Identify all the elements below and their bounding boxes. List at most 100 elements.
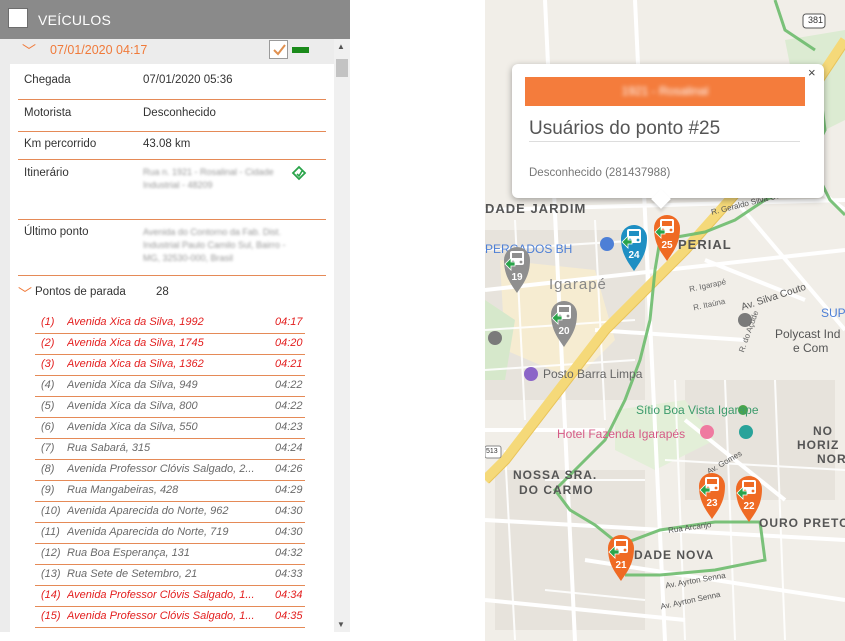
bus-pin-icon [504,247,530,293]
detail-chegada: Chegada 07/01/2020 05:36 [18,68,326,100]
app-root: VEÍCULOS ﹀ 07/01/2020 04:17 Chegada 07/0… [0,0,845,641]
stop-time: 04:34 [275,589,303,601]
stop-row[interactable]: (15) Avenida Professor Clóvis Salgado, 1.… [35,607,305,628]
detail-km: Km percorrido 43.08 km [18,132,326,160]
detail-value: 43.08 km [143,138,191,150]
chevron-down-icon[interactable]: ﹀ [22,41,36,61]
bus-pin-icon [608,535,634,581]
stop-row[interactable]: (12) Rua Boa Esperança, 131 04:32 [35,544,305,565]
detail-motorista: Motorista Desconhecido [18,100,326,132]
detail-label: Chegada [24,74,71,86]
detail-ultimo-ponto: Último ponto Avenida do Contorno da Fab.… [18,220,326,276]
stop-address: Avenida Xica da Silva, 1992 [67,316,204,328]
panel-header: VEÍCULOS [0,0,350,39]
detail-label: Motorista [24,107,72,119]
stop-row[interactable]: (7) Rua Sabará, 315 04:24 [35,439,305,460]
stop-time: 04:26 [275,463,303,475]
stop-time: 04:17 [275,316,303,328]
stop-row[interactable]: (3) Avenida Xica da Silva, 1362 04:21 [35,355,305,376]
scroll-down-icon[interactable]: ▼ [337,620,345,629]
bus-stop-pin[interactable]: 19 [503,244,531,294]
vehicle-color-swatch [292,47,309,53]
stop-row[interactable]: (14) Avenida Professor Clóvis Salgado, 1.… [35,586,305,607]
map-district-label: DADE NOVA [634,548,715,562]
chevron-down-icon[interactable]: ﹀ [18,284,32,304]
bus-stop-pin[interactable]: 22 [735,473,763,523]
stop-address: Avenida Xica da Silva, 550 [67,421,198,433]
panel-title: VEÍCULOS [38,12,112,28]
bus-stop-pin[interactable]: 24 [620,222,648,272]
stop-index: (2) [41,337,55,349]
stop-time: 04:22 [275,379,303,391]
stop-address: Avenida Aparecida do Norte, 719 [67,526,229,538]
route-icon[interactable] [291,165,307,184]
stop-address: Rua Sete de Setembro, 21 [67,568,198,580]
stop-row[interactable]: (4) Avenida Xica da Silva, 949 04:22 [35,376,305,397]
stop-row[interactable]: (2) Avenida Xica da Silva, 1745 04:20 [35,334,305,355]
stop-address: Avenida Aparecida do Norte, 962 [67,505,229,517]
stop-index: (7) [41,442,55,454]
stop-row[interactable]: (11) Avenida Aparecida do Norte, 719 04:30 [35,523,305,544]
bus-stop-pin[interactable]: 21 [607,532,635,582]
map-district-label: NOSSA SRA. [513,468,598,482]
map-district-label: DO CARMO [519,483,594,497]
stop-index: (12) [41,547,61,559]
popup-divider [529,141,800,142]
select-all-checkbox[interactable] [8,8,28,28]
stop-index: (15) [41,610,61,622]
stop-address: Avenida Xica da Silva, 1745 [67,337,204,349]
pin-number: 21 [615,560,627,571]
stop-address: Avenida Xica da Silva, 800 [67,400,198,412]
bus-pin-icon [736,476,762,522]
stop-row[interactable]: (6) Avenida Xica da Silva, 550 04:23 [35,418,305,439]
stop-index: (10) [41,505,61,517]
stop-time: 04:30 [275,526,303,538]
close-icon[interactable]: × [808,65,816,80]
vehicle-checkbox[interactable] [269,40,288,59]
stop-address: Rua Boa Esperança, 131 [67,547,190,559]
itinerary-redacted: Rua n. 1921 - Rosalinal - Cidade Industr… [143,167,274,190]
scroll-up-icon[interactable]: ▲ [337,42,345,51]
map-city-label: Igarapé [549,276,607,293]
map-poi-label: e Com [793,341,829,355]
map-poi-label: Hotel Fazenda Igarapés [557,427,686,441]
stop-row[interactable]: (13) Rua Sete de Setembro, 21 04:33 [35,565,305,586]
stop-address: Avenida Professor Clóvis Salgado, 1... [67,610,255,622]
pin-number: 22 [743,501,755,512]
pin-number: 19 [511,272,523,283]
vehicle-row[interactable]: ﹀ 07/01/2020 04:17 [0,39,334,61]
stop-index: (8) [41,463,55,475]
stop-time: 04:23 [275,421,303,433]
popup-header-bar: 1921 - Rosalinal [525,77,805,106]
map-district-label: NO [813,424,833,438]
map-poi-label: Posto Barra Limpa [543,367,643,381]
map-poi-label: Polycast Ind [775,327,841,341]
popup-redacted-header: 1921 - Rosalinal [621,84,709,98]
stop-address: Avenida Professor Clóvis Salgado, 2... [67,463,255,475]
stops-header[interactable]: ﹀ Pontos de parada 28 [10,280,334,306]
map-poi-label: SUP [821,306,845,320]
stop-address: Rua Sabará, 315 [67,442,151,454]
bus-stop-pin[interactable]: 20 [550,298,578,348]
scroll-thumb[interactable] [336,59,348,77]
stop-time: 04:20 [275,337,303,349]
last-stop-redacted: Avenida do Contorno da Fab. Dist. Indust… [143,227,286,263]
pin-number: 24 [628,250,640,261]
detail-label: Último ponto [24,226,89,238]
stop-row[interactable]: (8) Avenida Professor Clóvis Salgado, 2..… [35,460,305,481]
stop-row[interactable]: (1) Avenida Xica da Silva, 1992 04:17 [35,313,305,334]
panel-scrollbar[interactable]: ▲ ▼ [334,39,350,632]
bus-stop-pin[interactable]: 25 [653,212,681,262]
map-district-label: PERIAL [678,237,732,252]
detail-label: Itinerário [24,167,69,179]
stop-index: (3) [41,358,55,370]
bus-stop-pin[interactable]: 23 [698,470,726,520]
stop-time: 04:33 [275,568,303,580]
stop-row[interactable]: (9) Rua Mangabeiras, 428 04:29 [35,481,305,502]
detail-value: Desconhecido [143,107,216,119]
stop-index: (1) [41,316,55,328]
stop-row[interactable]: (5) Avenida Xica da Silva, 800 04:22 [35,397,305,418]
bus-pin-icon [621,225,647,271]
stop-row[interactable]: (10) Avenida Aparecida do Norte, 962 04:30 [35,502,305,523]
vehicle-date: 07/01/2020 04:17 [50,43,148,57]
